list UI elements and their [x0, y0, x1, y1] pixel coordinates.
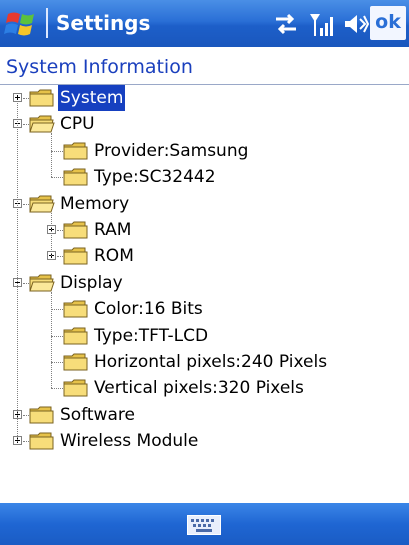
section-heading: System Information: [6, 56, 193, 78]
tree-node-label[interactable]: Color:16 Bits: [94, 296, 203, 322]
tree-node-label[interactable]: Horizontal pixels:240 Pixels: [94, 349, 327, 375]
tree-node[interactable]: ROM: [0, 243, 409, 269]
ok-button[interactable]: ok: [370, 6, 406, 40]
tree-node-label[interactable]: Type:SC32442: [94, 164, 216, 190]
folder-icon: [63, 327, 88, 345]
folder-icon: [63, 142, 88, 160]
tree-node[interactable]: System: [0, 85, 409, 111]
tree-node-label[interactable]: Software: [60, 402, 135, 428]
tree-node-label[interactable]: Display: [60, 270, 123, 296]
folder-open-icon: [29, 274, 55, 292]
tree-connector: [51, 362, 63, 363]
system-info-tree: System CPU Provider:Samsung Type:SC32442 Mem…: [0, 85, 409, 485]
title-bar: Settings ok: [0, 0, 409, 47]
tree-node[interactable]: Software: [0, 402, 409, 428]
tree-connector: [51, 150, 63, 152]
tree-node[interactable]: Type:TFT-LCD: [0, 323, 409, 349]
tree-node-label[interactable]: System: [58, 85, 126, 111]
tree-node-label[interactable]: ROM: [94, 243, 134, 269]
folder-icon: [29, 89, 54, 107]
tree-node[interactable]: Vertical pixels:320 Pixels: [0, 375, 409, 401]
folder-icon: [63, 221, 88, 239]
windows-start-icon[interactable]: [4, 6, 40, 42]
folder-icon: [29, 406, 54, 424]
folder-icon: [63, 300, 88, 318]
tree-node[interactable]: Horizontal pixels:240 Pixels: [0, 349, 409, 375]
tree-node[interactable]: RAM: [0, 217, 409, 243]
folder-icon: [63, 247, 88, 265]
connectivity-icon[interactable]: [272, 10, 300, 38]
signal-icon[interactable]: [308, 10, 336, 38]
tree-node-label[interactable]: Type:TFT-LCD: [94, 323, 208, 349]
tree-node[interactable]: Display: [0, 270, 409, 296]
tree-node[interactable]: CPU: [0, 111, 409, 137]
tree-node-label[interactable]: Provider:Samsung: [94, 138, 248, 164]
keyboard-icon[interactable]: [187, 515, 221, 535]
tree-node-label[interactable]: Vertical pixels:320 Pixels: [94, 375, 304, 401]
tree-guide-line: [51, 212, 52, 257]
folder-icon: [29, 432, 54, 450]
tree-node-label[interactable]: CPU: [60, 111, 95, 137]
expand-icon[interactable]: [13, 93, 22, 102]
tree-connector: [51, 335, 63, 337]
tree-node[interactable]: Memory: [0, 191, 409, 217]
folder-open-icon: [29, 115, 55, 133]
page-title: Settings: [56, 11, 151, 35]
volume-icon[interactable]: [342, 10, 370, 38]
tree-guide-line: [17, 103, 18, 443]
title-separator: [46, 8, 48, 38]
folder-icon: [63, 353, 88, 371]
tree-node[interactable]: Color:16 Bits: [0, 296, 409, 322]
tree-connector: [51, 177, 63, 179]
tree-node-label[interactable]: Wireless Module: [60, 428, 198, 454]
tree-node[interactable]: Wireless Module: [0, 428, 409, 454]
folder-icon: [63, 379, 88, 397]
tree-connector: [51, 388, 63, 390]
bottom-menu-bar: [0, 503, 409, 545]
tree-node-label[interactable]: Memory: [60, 191, 129, 217]
tree-connector: [51, 309, 63, 311]
tree-guide-line: [51, 133, 52, 178]
tree-guide-line: [51, 291, 52, 389]
folder-open-icon: [29, 195, 55, 213]
tree-node[interactable]: Provider:Samsung: [0, 138, 409, 164]
tree-node-label[interactable]: RAM: [94, 217, 131, 243]
folder-icon: [63, 168, 88, 186]
tree-node[interactable]: Type:SC32442: [0, 164, 409, 190]
